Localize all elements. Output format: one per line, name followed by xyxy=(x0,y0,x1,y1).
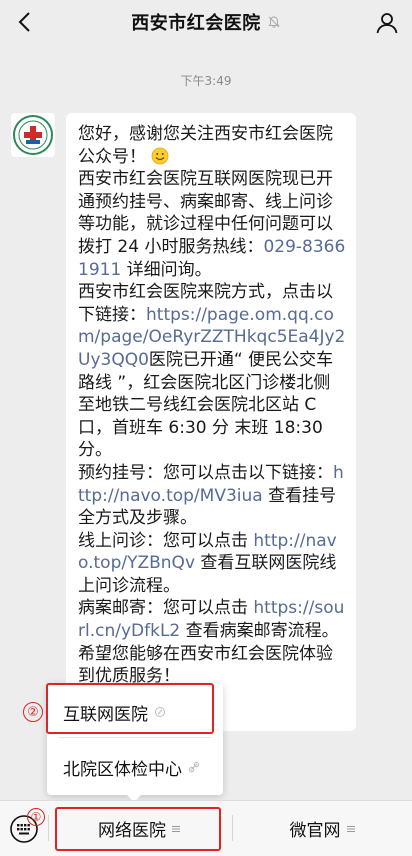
back-button[interactable] xyxy=(10,8,38,36)
chevron-left-icon xyxy=(18,12,30,32)
greeting-text: 您好，感谢您关注西安市红会医院公众号！ xyxy=(78,124,333,167)
smile-emoji-icon xyxy=(152,147,169,164)
message-bubble: 您好，感谢您关注西安市红会医院公众号！ 西安市红会医院互联网医院现已开通预约挂号… xyxy=(66,113,356,731)
menu-divider xyxy=(59,737,211,738)
menu-lines-icon xyxy=(346,825,355,832)
step2-label: ② xyxy=(23,702,43,722)
title-bar: 西安市红会医院 xyxy=(0,0,412,44)
step1-label: ① xyxy=(27,808,45,826)
message-timestamp: 下午3:49 xyxy=(180,74,232,88)
hospital-logo-icon xyxy=(13,115,53,155)
menu-item-checkup-center[interactable]: 北院区体检中心 xyxy=(47,742,223,792)
closing-text: 希望您能够在西安市红会医院体验到优质服务！ xyxy=(78,643,333,687)
person-icon xyxy=(376,13,398,34)
online-consult-text: 线上问诊：您可以点击 http://navo.top/YZBnQv 查看互联网医… xyxy=(78,530,337,596)
highlight-box-step1 xyxy=(55,807,221,851)
profile-button[interactable] xyxy=(372,8,402,38)
link-icon xyxy=(188,761,200,773)
menu-tab-micro-website[interactable]: 微官网 xyxy=(232,801,412,856)
record-mail-text: 病案邮寄：您可以点击 https://sourl.cn/yDfkL2 查看病案邮… xyxy=(78,598,345,642)
avatar[interactable] xyxy=(11,113,55,157)
highlight-box-step2 xyxy=(46,683,214,734)
service-text: 西安市红会医院互联网医院现已开通预约挂号、病案邮寄、线上问诊等功能，就诊过程中任… xyxy=(78,169,346,280)
directions-text: 西安市红会医院来院方式，点击以下链接：https://page.om.qq.co… xyxy=(78,282,346,461)
bell-off-icon xyxy=(268,16,280,28)
appointment-text: 预约挂号：您可以点击以下链接：http://navo.top/MV3iua 查看… xyxy=(78,462,344,529)
page-title: 西安市红会医院 xyxy=(131,13,261,34)
